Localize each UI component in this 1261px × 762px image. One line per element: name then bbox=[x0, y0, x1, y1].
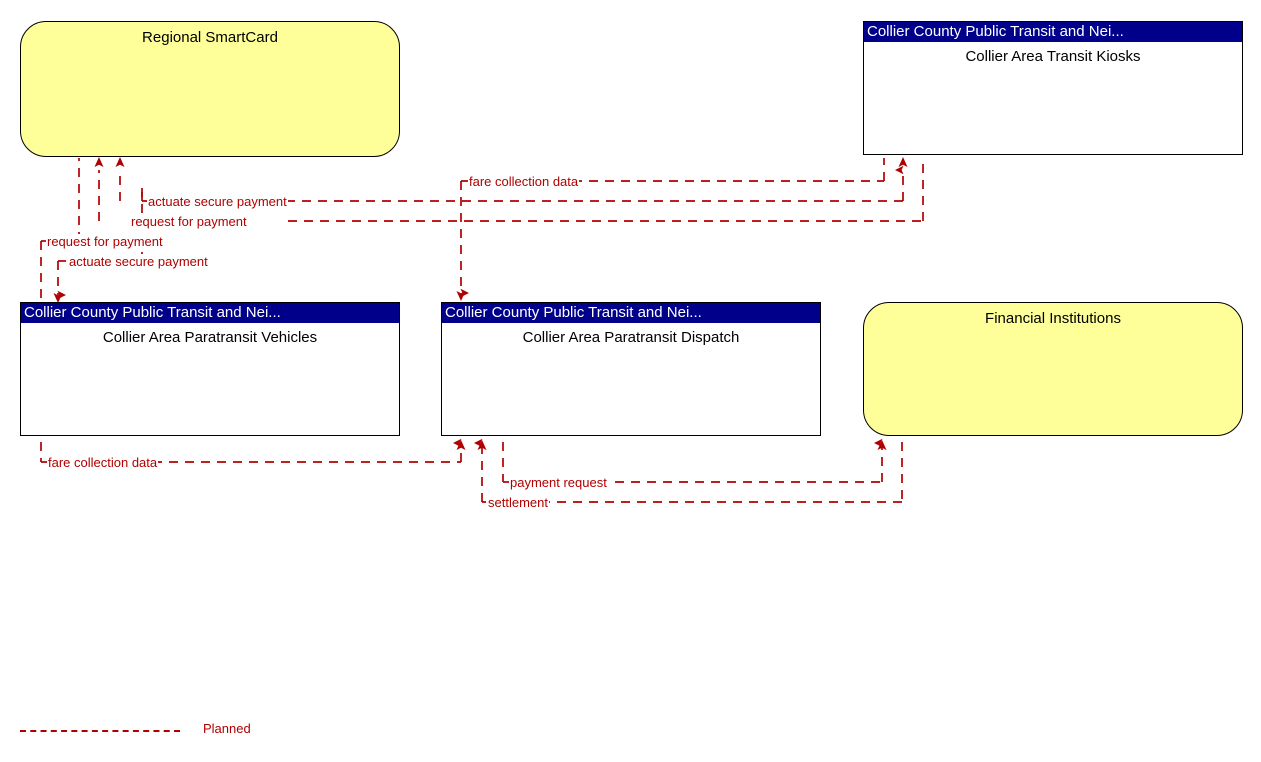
node-regional-smartcard[interactable]: Regional SmartCard bbox=[20, 21, 400, 157]
node-cat-kiosks[interactable]: Collier County Public Transit and Nei...… bbox=[863, 21, 1243, 155]
arrowhead-dispatch-down bbox=[456, 291, 466, 301]
node-cat-paratransit-dispatch-name: Collier Area Paratransit Dispatch bbox=[522, 329, 740, 346]
arrowhead-smartcard-a bbox=[94, 157, 104, 167]
flow-label-request-for-payment-vehicles[interactable]: request for payment bbox=[46, 234, 164, 249]
arrowhead-financial-a bbox=[877, 440, 887, 450]
flow-label-fare-collection-data-kiosks[interactable]: fare collection data bbox=[468, 174, 580, 189]
legend-planned-label: Planned bbox=[203, 721, 251, 736]
node-cat-paratransit-dispatch[interactable]: Collier County Public Transit and Nei...… bbox=[441, 302, 821, 436]
legend: Planned bbox=[20, 720, 320, 744]
node-cat-kiosks-name: Collier Area Transit Kiosks bbox=[965, 48, 1141, 65]
arrowhead-dispatch-a bbox=[456, 440, 466, 450]
flow-label-actuate-secure-payment-vehicles[interactable]: actuate secure payment bbox=[68, 254, 209, 269]
legend-planned-dash-icon bbox=[20, 730, 180, 732]
node-cat-paratransit-dispatch-stakeholder: Collier County Public Transit and Nei... bbox=[442, 303, 820, 323]
node-financial-institutions-title: Financial Institutions bbox=[985, 310, 1121, 327]
flow-label-actuate-secure-payment-kiosks[interactable]: actuate secure payment bbox=[147, 194, 288, 209]
node-cat-paratransit-vehicles-stakeholder: Collier County Public Transit and Nei... bbox=[21, 303, 399, 323]
node-cat-paratransit-vehicles[interactable]: Collier County Public Transit and Nei...… bbox=[20, 302, 400, 436]
interconnect-diagram: Regional SmartCard Collier County Public… bbox=[0, 0, 1261, 762]
node-regional-smartcard-title: Regional SmartCard bbox=[142, 29, 278, 46]
flow-label-request-for-payment-kiosks[interactable]: request for payment bbox=[130, 214, 248, 229]
arrowhead-dispatch-b bbox=[477, 440, 487, 450]
node-financial-institutions[interactable]: Financial Institutions bbox=[863, 302, 1243, 436]
arrowhead-kiosks-a bbox=[898, 157, 908, 167]
flow-label-settlement[interactable]: settlement bbox=[487, 495, 549, 510]
arrowhead-smartcard-b bbox=[115, 157, 125, 167]
flow-label-fare-collection-data-vehicles[interactable]: fare collection data bbox=[47, 455, 159, 470]
node-cat-kiosks-stakeholder: Collier County Public Transit and Nei... bbox=[864, 22, 1242, 42]
node-cat-paratransit-vehicles-name: Collier Area Paratransit Vehicles bbox=[102, 329, 318, 346]
flow-label-payment-request[interactable]: payment request bbox=[509, 475, 608, 490]
